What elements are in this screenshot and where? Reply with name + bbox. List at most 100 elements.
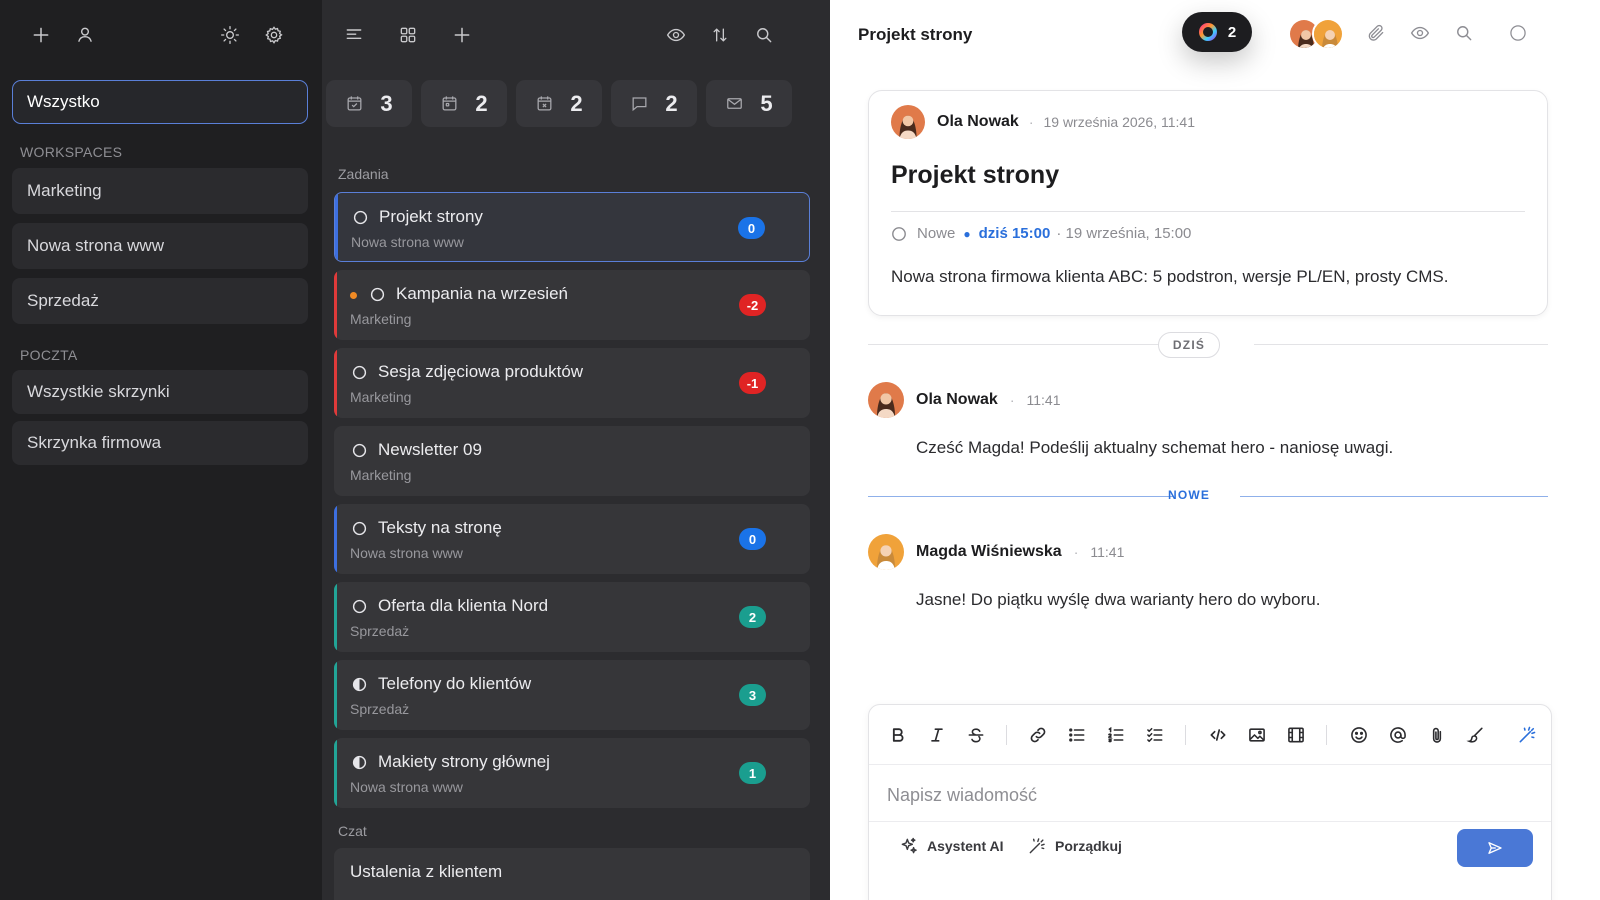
send-button[interactable] (1457, 829, 1533, 867)
task-item[interactable]: Projekt strony Nowa strona www 0 (334, 192, 810, 262)
task-item[interactable]: Telefony do klientów Sprzedaż 3 (334, 660, 810, 730)
calendar-icon (442, 96, 457, 111)
task-workspace: Sprzedaż (350, 701, 410, 717)
message-header: Magda Wiśniewska · 11:41 (868, 534, 1124, 570)
numbered-list-icon[interactable] (1104, 723, 1128, 747)
divider-line (868, 344, 1160, 345)
plus-icon[interactable] (448, 21, 476, 49)
card-author-line: Ola Nowak · 19 września 2026, 11:41 (891, 105, 1195, 139)
due-date: · 19 września, 15:00 (1056, 225, 1192, 242)
user-icon[interactable] (71, 21, 99, 49)
chat-item[interactable]: Ustalenia z klientem (334, 848, 810, 900)
sidebar-item-marketing[interactable]: Marketing (12, 168, 308, 214)
plus-icon[interactable] (27, 21, 55, 49)
stat-upcoming[interactable]: 2 (421, 80, 507, 127)
code-icon[interactable] (1206, 723, 1230, 747)
separator-dot: · (1009, 392, 1015, 408)
task-list-panel: 3 2 2 2 5 Zadania Projekt strony Nowa str… (322, 0, 830, 900)
sidebar-item-all-mailboxes[interactable]: Wszystkie skrzynki (12, 370, 308, 414)
task-item[interactable]: Teksty na stronę Nowa strona www 0 (334, 504, 810, 574)
task-workspace: Sprzedaż (350, 623, 410, 639)
sun-icon[interactable] (216, 21, 244, 49)
task-color-bar (335, 193, 338, 261)
circle-icon[interactable] (352, 599, 367, 614)
circle-icon[interactable] (352, 365, 367, 380)
stat-mail[interactable]: 5 (706, 80, 792, 127)
filter-all-button[interactable]: Wszystko (12, 80, 308, 124)
task-item[interactable]: Makiety strony głównej Nowa strona www 1 (334, 738, 810, 808)
ai-assistant-label: Asystent AI (927, 838, 1004, 854)
bold-icon[interactable] (886, 723, 910, 747)
avatar (1312, 18, 1344, 50)
sort-icon[interactable] (706, 21, 734, 49)
checklist-icon[interactable] (1143, 723, 1167, 747)
half-circle-icon[interactable] (352, 677, 367, 692)
circle-icon[interactable] (370, 287, 385, 302)
sidebar-item-company-mailbox[interactable]: Skrzynka firmowa (12, 421, 308, 465)
sidebar-item-label: Skrzynka firmowa (27, 433, 162, 452)
toolbar-divider (1185, 725, 1186, 745)
circle-icon[interactable] (1506, 21, 1530, 45)
circle-icon[interactable] (352, 443, 367, 458)
task-badge: -2 (739, 294, 766, 316)
status-circle-icon[interactable] (891, 226, 907, 242)
due-today[interactable]: dziś 15:00 (979, 225, 1051, 242)
eye-icon[interactable] (1408, 21, 1432, 45)
avatar (868, 534, 904, 570)
half-circle-icon[interactable] (352, 755, 367, 770)
task-title: Projekt strony (379, 207, 483, 226)
gear-icon[interactable] (260, 21, 288, 49)
eye-icon[interactable] (662, 21, 690, 49)
brush-icon[interactable] (1464, 723, 1488, 747)
search-icon[interactable] (750, 21, 778, 49)
sidebar-item-label: Marketing (27, 181, 102, 200)
video-icon[interactable] (1284, 723, 1308, 747)
task-item[interactable]: Newsletter 09 Marketing (334, 426, 810, 496)
task-workspace: Marketing (350, 467, 412, 483)
composer-divider (869, 821, 1551, 822)
participants-avatars[interactable] (1288, 18, 1348, 52)
emoji-icon[interactable] (1347, 723, 1371, 747)
magic-wand-icon[interactable] (1515, 723, 1539, 747)
bullet-list-icon[interactable] (1065, 723, 1089, 747)
sidebar-item-sprzedaz[interactable]: Sprzedaż (12, 278, 308, 324)
circle-icon[interactable] (352, 521, 367, 536)
link-icon[interactable] (1026, 723, 1050, 747)
mail-heading: POCZTA (20, 347, 78, 363)
magic-wand-icon (1029, 838, 1045, 854)
list-icon[interactable] (340, 21, 368, 49)
message-input[interactable] (887, 779, 1527, 811)
italic-icon[interactable] (925, 723, 949, 747)
strikethrough-icon[interactable] (964, 723, 988, 747)
task-item[interactable]: Kampania na wrzesień Marketing -2 (334, 270, 810, 340)
card-date: 19 września 2026, 11:41 (1043, 114, 1195, 130)
sidebar-item-nowa-strona[interactable]: Nowa strona www (12, 223, 308, 269)
stat-value: 2 (570, 90, 583, 116)
task-item[interactable]: Oferta dla klienta Nord Sprzedaż 2 (334, 582, 810, 652)
task-color-bar (334, 582, 337, 652)
circle-icon[interactable] (353, 210, 368, 225)
tidy-button[interactable]: Porządkuj (1027, 829, 1122, 863)
stat-today[interactable]: 3 (326, 80, 412, 127)
divider-line (1240, 496, 1548, 497)
toolbar-divider (1326, 725, 1327, 745)
ai-assistant-button[interactable]: Asystent AI (899, 829, 1004, 863)
search-icon[interactable] (1452, 21, 1476, 45)
online-users-pill[interactable]: 2 (1182, 12, 1252, 52)
grid-icon[interactable] (394, 21, 422, 49)
task-item[interactable]: Sesja zdjęciowa produktów Marketing -1 (334, 348, 810, 418)
stat-comments[interactable]: 2 (611, 80, 697, 127)
tidy-label: Porządkuj (1055, 838, 1122, 854)
message-author: Magda Wiśniewska (916, 543, 1062, 560)
paperclip-icon[interactable] (1364, 21, 1388, 45)
card-divider (891, 211, 1525, 212)
stat-overdue[interactable]: 2 (516, 80, 602, 127)
message-time: 11:41 (1026, 392, 1061, 408)
task-title: Telefony do klientów (378, 674, 532, 693)
paperclip-icon[interactable] (1425, 723, 1449, 747)
stat-value: 5 (760, 90, 773, 116)
new-chip: NOWE (1168, 488, 1211, 502)
image-icon[interactable] (1245, 723, 1269, 747)
divider-line (1254, 344, 1548, 345)
mention-icon[interactable] (1386, 723, 1410, 747)
